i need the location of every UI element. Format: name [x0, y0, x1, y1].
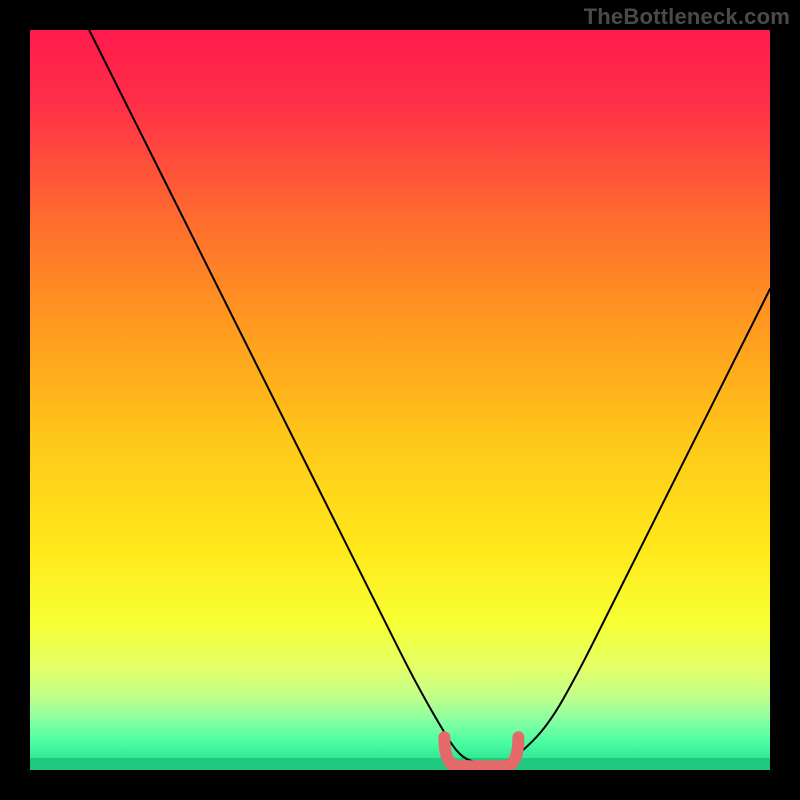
- chart-background: [30, 30, 770, 770]
- chart-svg: [30, 30, 770, 770]
- bottleneck-chart: [30, 30, 770, 770]
- watermark-text: TheBottleneck.com: [584, 4, 790, 30]
- figure-container: TheBottleneck.com: [0, 0, 800, 800]
- chart-baseline-strip: [30, 758, 770, 770]
